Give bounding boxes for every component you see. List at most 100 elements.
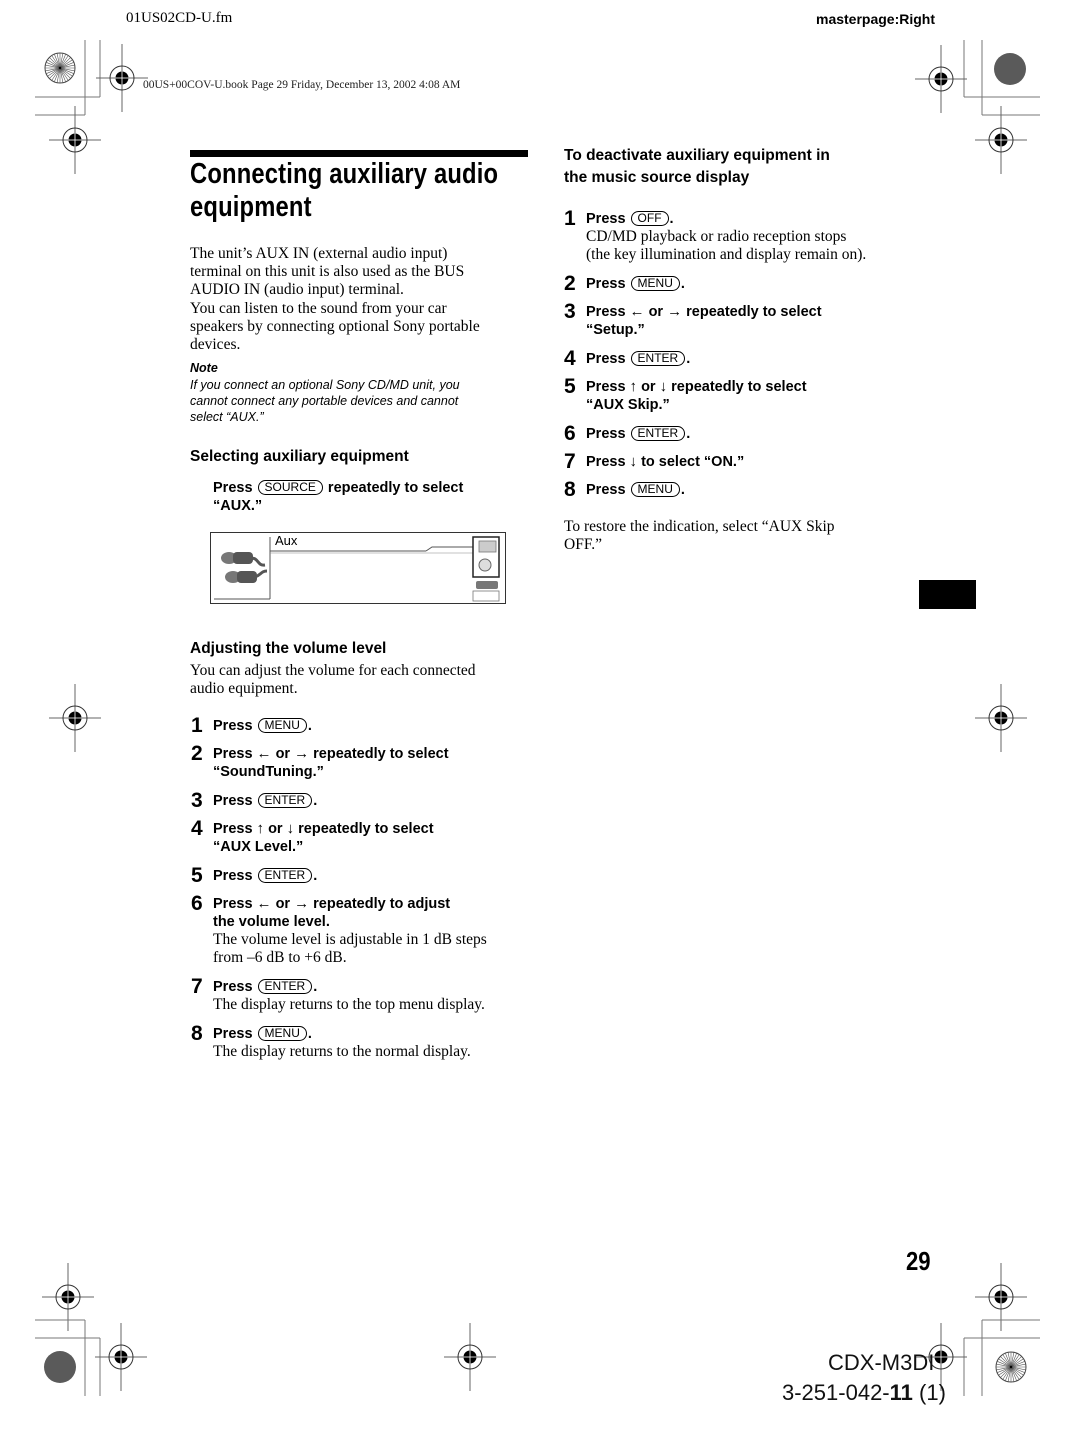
- volume-heading: Adjusting the volume level: [190, 640, 387, 657]
- off-key: OFF: [630, 211, 669, 226]
- arrow-right-icon: →: [294, 895, 310, 912]
- arrow-up-icon: ↑: [256, 820, 265, 837]
- arrow-left-icon: ←: [256, 895, 272, 912]
- registration-mark-icon: [914, 44, 968, 114]
- step-description: The display returns to the top menu disp…: [213, 996, 485, 1013]
- step-number: 4: [564, 347, 576, 370]
- step-text: Press ENTER.: [213, 868, 318, 884]
- source-key: SOURCE: [257, 480, 323, 495]
- step-number: 1: [191, 714, 203, 737]
- enter-key: ENTER: [257, 793, 313, 808]
- text-line: You can listen to the sound from your ca…: [190, 299, 447, 317]
- registration-mark-icon: [94, 1322, 148, 1392]
- selecting-heading: Selecting auxiliary equipment: [190, 448, 409, 465]
- arrow-right-icon: →: [667, 303, 683, 320]
- enter-key: ENTER: [630, 351, 686, 366]
- registration-mark-icon: [443, 1322, 497, 1392]
- step-number: 2: [191, 742, 203, 765]
- step-number: 5: [564, 375, 576, 398]
- step-text: Press MENU.: [213, 1026, 312, 1042]
- gray-dot-mark-icon: [44, 1351, 76, 1383]
- display-source-label: Aux: [275, 533, 298, 548]
- step-text: Press ENTER.: [213, 793, 318, 809]
- text-line: You can adjust the volume for each conne…: [190, 662, 476, 679]
- enter-key: ENTER: [630, 426, 686, 441]
- text-line: select “AUX.”: [190, 410, 264, 424]
- step-text: Press ← or → repeatedly to select “Setup.…: [586, 303, 822, 338]
- step-number: 8: [191, 1022, 203, 1045]
- step-text: Press MENU.: [586, 276, 685, 292]
- enter-key: ENTER: [257, 979, 313, 994]
- text-line: speakers by connecting optional Sony por…: [190, 317, 480, 335]
- instruction-text: repeatedly to select: [327, 480, 464, 496]
- step-text: Press ENTER.: [586, 426, 691, 442]
- rca-cable-icon: [221, 552, 268, 583]
- step-number: 6: [191, 892, 203, 915]
- step-number: 5: [191, 864, 203, 887]
- menu-key: MENU: [257, 718, 307, 733]
- aux-display-illustration: Aux: [210, 532, 506, 604]
- title-rule: [190, 150, 528, 157]
- menu-key: MENU: [630, 482, 680, 497]
- arrow-left-icon: ←: [256, 745, 272, 762]
- enter-key: ENTER: [257, 868, 313, 883]
- instruction-text: “AUX.”: [213, 498, 263, 514]
- registration-mark-icon: [48, 105, 102, 175]
- step-description: The display returns to the normal displa…: [213, 1043, 471, 1060]
- note-label: Note: [190, 361, 218, 375]
- intro-paragraph: The unit’s AUX IN (external audio input)…: [190, 245, 480, 354]
- step-text: Press ↓ to select “ON.”: [586, 453, 745, 470]
- step-text: Press ENTER.: [586, 351, 691, 367]
- text-line: OFF.”: [564, 536, 602, 554]
- menu-key: MENU: [630, 276, 680, 291]
- restore-note: To restore the indication, select “AUX S…: [564, 518, 835, 554]
- text-line: audio equipment.: [190, 680, 298, 698]
- text-line: The unit’s AUX IN (external audio input): [190, 245, 448, 262]
- text-line: devices.: [190, 336, 241, 354]
- deactivate-heading: To deactivate auxiliary equipment in the…: [564, 147, 830, 186]
- step-text: Press ↑ or ↓ repeatedly to select “AUX Sk…: [586, 378, 807, 413]
- step-number: 3: [191, 789, 203, 812]
- registration-mark-icon: [974, 1262, 1028, 1332]
- starburst-mark-icon: [44, 52, 76, 84]
- arrow-right-icon: →: [294, 745, 310, 762]
- card-icon: [478, 540, 497, 553]
- step-text: Press ↑ or ↓ repeatedly to select “AUX Le…: [213, 820, 434, 855]
- step-number: 6: [564, 422, 576, 445]
- step-number: 8: [564, 478, 576, 501]
- registration-mark-icon: [95, 43, 149, 113]
- text-line: cannot connect any portable devices and …: [190, 394, 459, 408]
- printer-marks: [35, 40, 1040, 1396]
- text-line: If you connect an optional Sony CD/MD un…: [190, 378, 460, 392]
- menu-key: MENU: [257, 1026, 307, 1041]
- step-text: Press ← or → repeatedly to select “SoundT…: [213, 745, 449, 780]
- selecting-instruction: Press SOURCE repeatedly to select “AUX.”: [213, 479, 463, 515]
- step-number: 1: [564, 207, 576, 230]
- step-number: 7: [191, 975, 203, 998]
- step-number: 2: [564, 272, 576, 295]
- page-title-line: equipment: [190, 191, 312, 223]
- text-line: terminal on this unit is also used as th…: [190, 263, 465, 281]
- step-text: Press MENU.: [213, 718, 312, 734]
- disc-icon: [478, 558, 492, 572]
- page-title: Connecting auxiliary audio equipment: [190, 158, 534, 224]
- text-line: AUDIO IN (audio input) terminal.: [190, 281, 404, 299]
- display-graphics: [214, 536, 500, 602]
- registration-mark-icon: [974, 683, 1028, 753]
- arrow-down-icon: ↓: [629, 453, 638, 470]
- text-line: To restore the indication, select “AUX S…: [564, 518, 835, 535]
- step-text: Press MENU.: [586, 482, 685, 498]
- note-text: If you connect an optional Sony CD/MD un…: [190, 377, 460, 425]
- registration-mark-icon: [974, 105, 1028, 175]
- step-number: 7: [564, 450, 576, 473]
- step-description: The volume level is adjustable in 1 dB s…: [213, 931, 487, 967]
- page-number: 29: [906, 1246, 931, 1276]
- step-number: 4: [191, 817, 203, 840]
- part-number: 3-251-042-11 (1): [782, 1380, 946, 1405]
- meter-icon: [472, 590, 500, 602]
- step-text: Press ENTER.: [213, 979, 318, 995]
- gray-dot-mark-icon: [994, 53, 1026, 85]
- arrow-down-icon: ↓: [286, 820, 295, 837]
- step-text: Press ← or → repeatedly to adjust the vol…: [213, 895, 451, 930]
- arrow-up-icon: ↑: [629, 378, 638, 395]
